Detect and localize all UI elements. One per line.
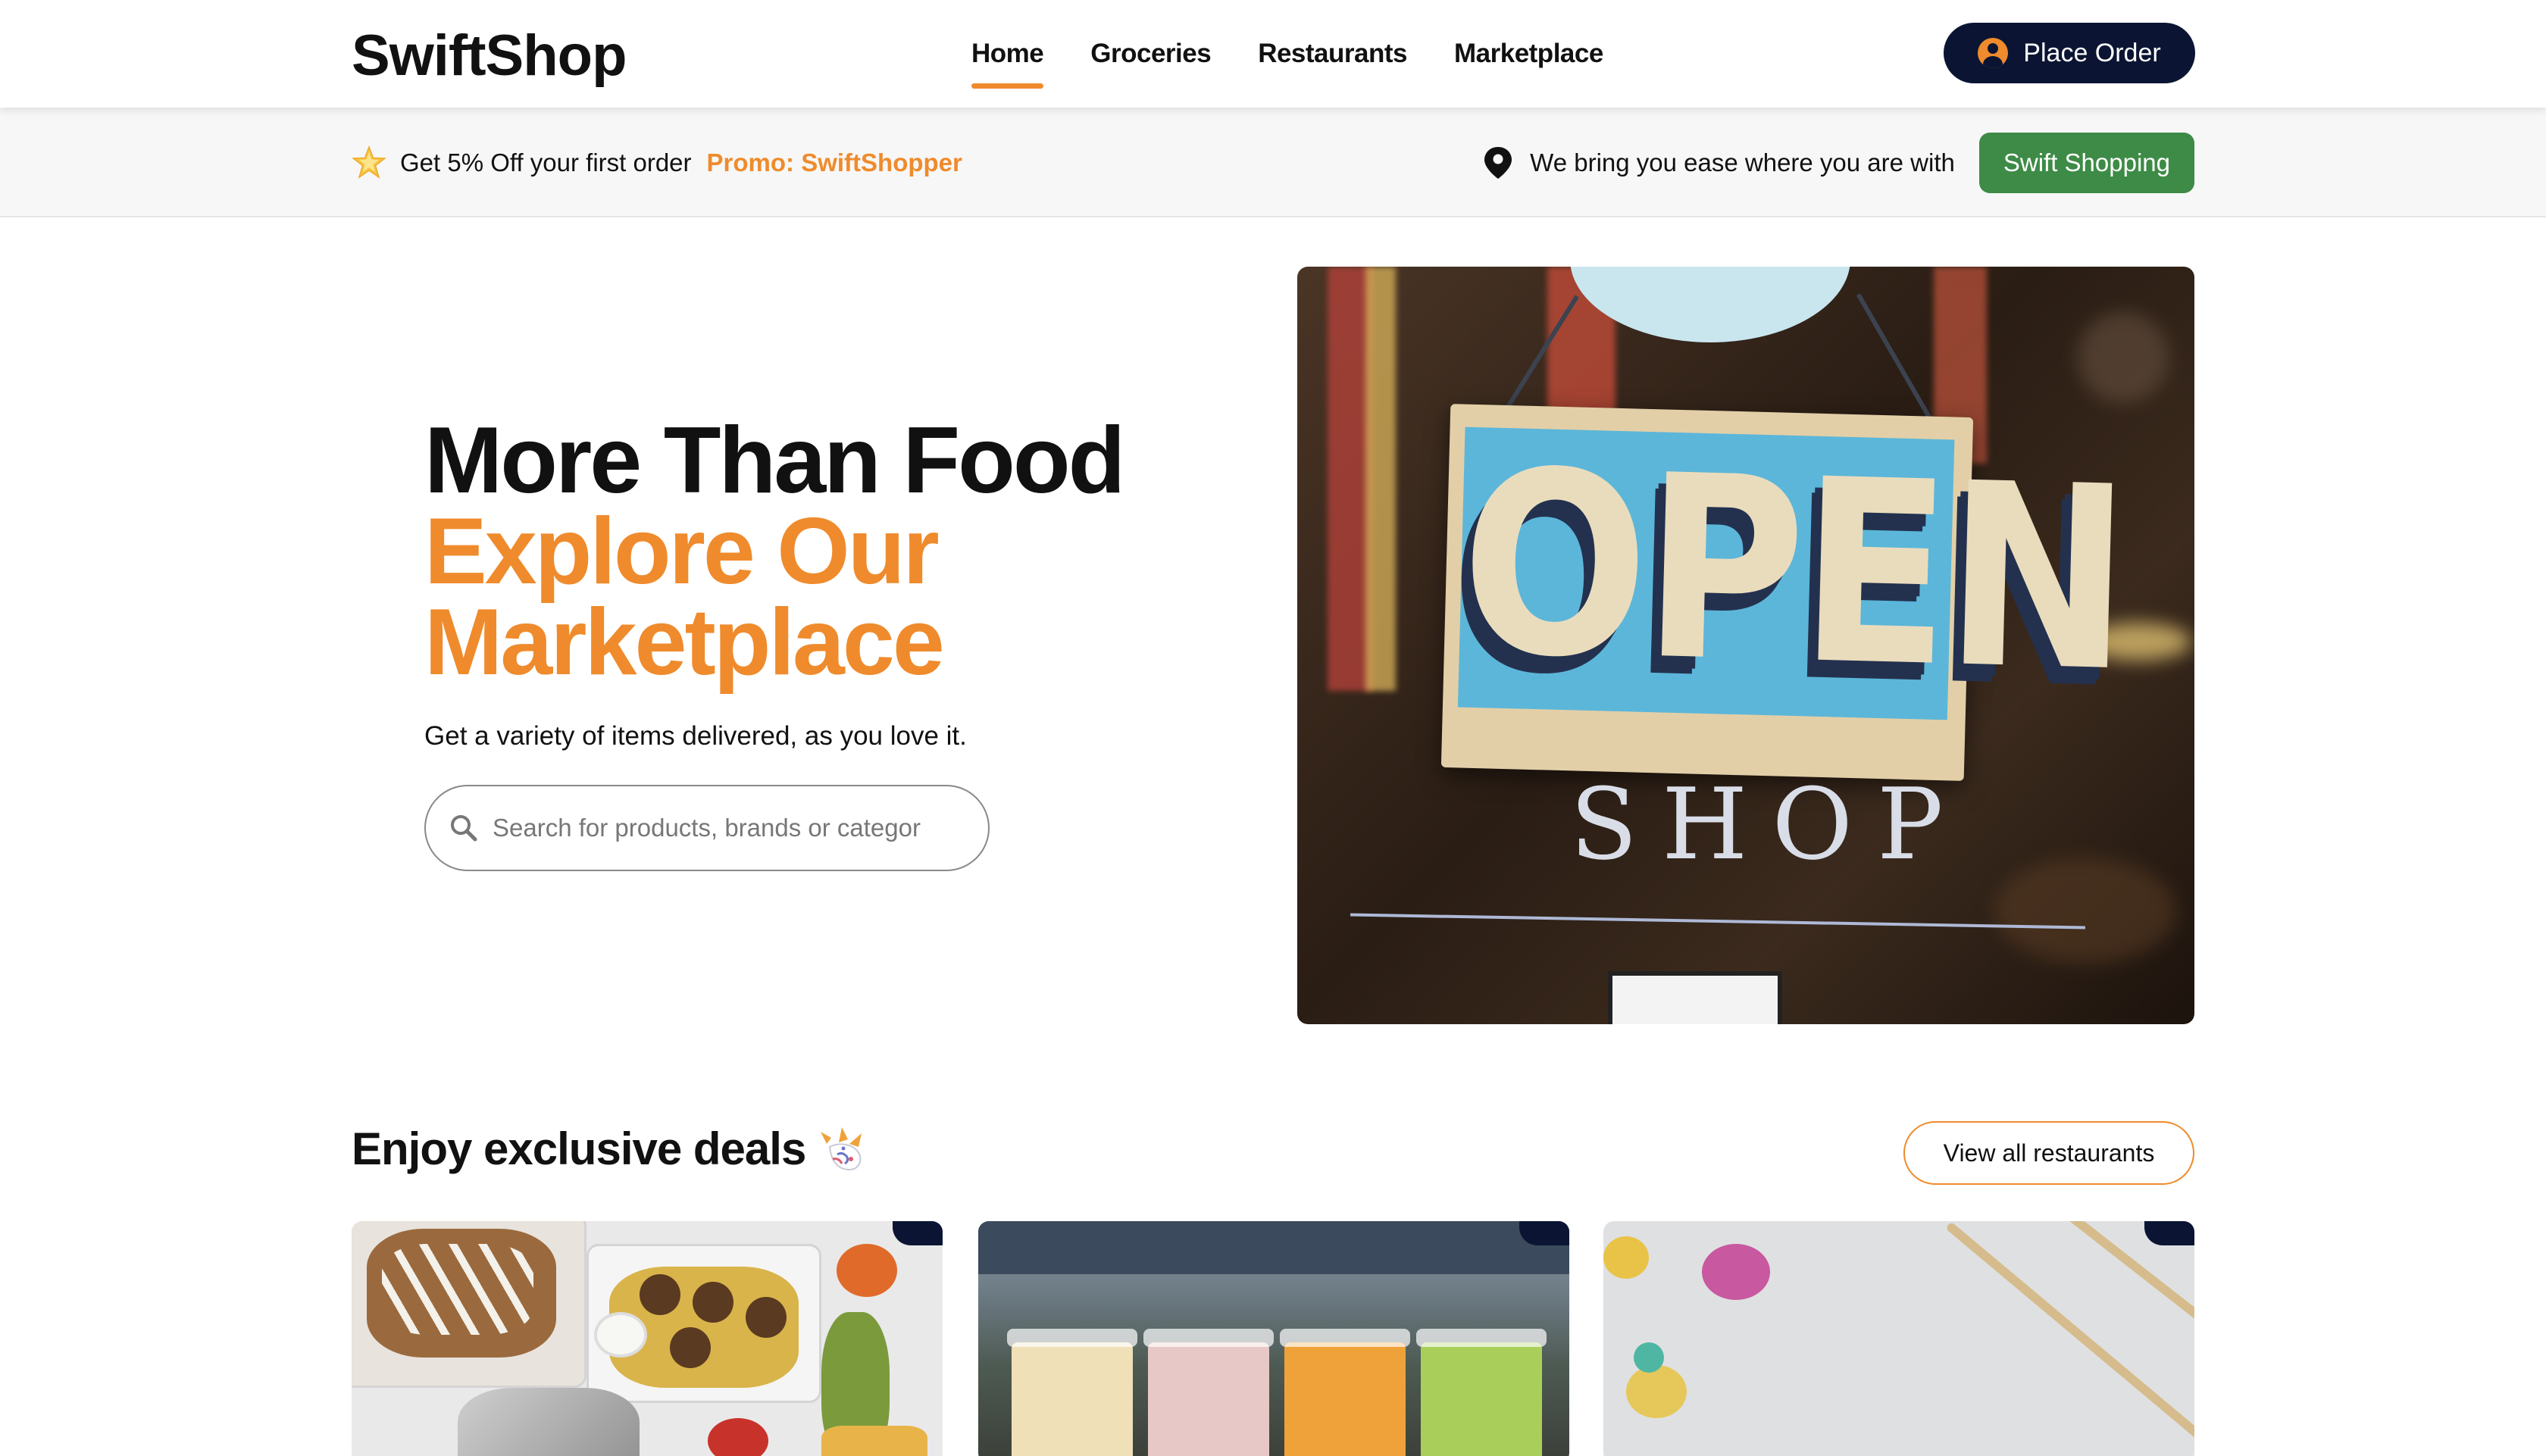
star-icon [352, 145, 386, 180]
food-fries [821, 1426, 927, 1456]
drink-cup [1143, 1329, 1274, 1456]
cup-lid [1280, 1329, 1410, 1347]
swift-shopping-button[interactable]: Swift Shopping [1978, 132, 2194, 193]
window-card [1608, 971, 1782, 1024]
location-text: We bring you ease where you are with [1530, 148, 1955, 177]
hero-title-line1: More Than Food [424, 408, 1125, 513]
food-falafel [693, 1282, 733, 1323]
open-sign: OPEN [1440, 404, 2129, 781]
card-corner-badge [2144, 1221, 2194, 1245]
search-bar[interactable] [424, 785, 990, 871]
window-line [1350, 913, 2085, 930]
awning [978, 1221, 1569, 1274]
promo-location: We bring you ease where you are with Swi… [1483, 108, 2194, 217]
nav-home[interactable]: Home [971, 39, 1044, 89]
location-pin-icon [1483, 145, 1513, 180]
food-falafel [670, 1327, 711, 1368]
deal-card-bubble-tea[interactable] [978, 1221, 1569, 1456]
bokeh [2078, 312, 2169, 403]
nav-marketplace[interactable]: Marketplace [1454, 39, 1603, 69]
food-sauce-cup [837, 1244, 897, 1297]
food-ketchup [708, 1418, 768, 1456]
deal-card-food-platter[interactable] [352, 1221, 943, 1456]
hero-title: More Than Food Explore Our Marketplace [424, 414, 1125, 695]
offer-text: Get 5% Off your first order [400, 148, 692, 177]
cup-lid [1143, 1329, 1274, 1347]
nav-groceries[interactable]: Groceries [1090, 39, 1211, 69]
top-header: SwiftShop Home Groceries Restaurants Mar… [0, 0, 2546, 108]
shop-window-text: SHOP [1570, 767, 1968, 882]
drink-cup [1280, 1329, 1410, 1456]
eraser-toy [1603, 1236, 1649, 1279]
main-nav: Home Groceries Restaurants Marketplace [971, 0, 1603, 108]
hero-image-open-sign: OPEN SHOP [1297, 267, 2194, 1024]
food-wrap [458, 1388, 640, 1456]
food-dip [594, 1312, 647, 1358]
food-sauce [382, 1244, 533, 1335]
promo-code: Promo: SwiftShopper [706, 148, 962, 177]
nav-restaurants[interactable]: Restaurants [1258, 39, 1407, 69]
cup-lid [1007, 1329, 1137, 1347]
eraser-toy [1634, 1342, 1664, 1373]
deals-title: Enjoy exclusive deals [352, 1123, 806, 1174]
logo[interactable]: SwiftShop [352, 23, 627, 89]
user-icon [1978, 38, 2009, 68]
drink-cup [1007, 1329, 1137, 1456]
promo-bar: Get 5% Off your first order Promo: Swift… [0, 108, 2546, 217]
food-falafel [640, 1274, 680, 1315]
place-order-button[interactable]: Place Order [1944, 23, 2195, 83]
cup-lid [1416, 1329, 1547, 1347]
deal-card-stationery[interactable] [1603, 1221, 2194, 1456]
food-falafel [746, 1297, 787, 1338]
open-sign-text: OPEN [1457, 417, 2129, 728]
card-corner-badge [893, 1221, 943, 1245]
search-input[interactable] [493, 814, 932, 842]
eraser-toy [1626, 1365, 1687, 1418]
open-sign-panel: OPEN [1457, 417, 2129, 728]
bokeh [1994, 858, 2176, 964]
hero-title-line2: Explore Our [424, 499, 940, 604]
deals-heading: Enjoy exclusive deals [352, 1123, 866, 1175]
bg-stripe [1365, 267, 1396, 691]
hero-title-line3: Marketplace [424, 590, 945, 695]
card-corner-badge [1519, 1221, 1569, 1245]
pencil [1945, 1221, 2194, 1456]
search-icon [449, 813, 479, 843]
drink-cup [1416, 1329, 1547, 1456]
promo-offer: Get 5% Off your first order Promo: Swift… [352, 108, 962, 217]
place-order-label: Place Order [2023, 38, 2161, 67]
eraser-toy [1702, 1244, 1770, 1300]
party-popper-icon [816, 1124, 866, 1174]
view-all-restaurants-button[interactable]: View all restaurants [1903, 1121, 2194, 1185]
hero-subtitle: Get a variety of items delivered, as you… [424, 721, 967, 751]
